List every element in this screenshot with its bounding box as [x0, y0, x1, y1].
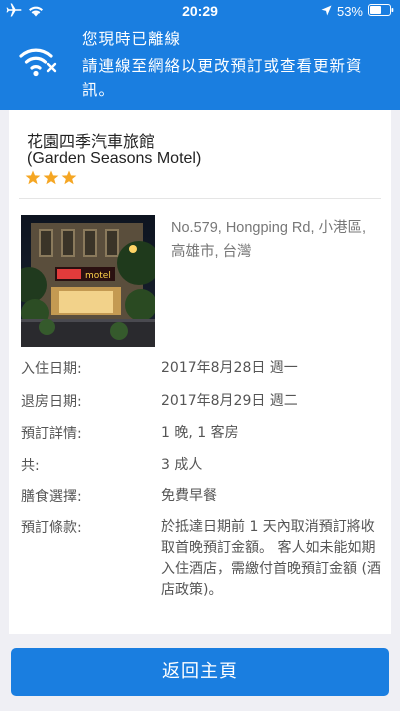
- hotel-address: No.579, Hongping Rd, 小港區, 高雄市, 台灣: [171, 220, 367, 260]
- star-icon: [61, 170, 77, 189]
- offline-banner: 您現時已離線 請連線至網絡以更改預訂或查看更新資訊。: [0, 22, 400, 110]
- detail-value: 於抵達日期前 1 天內取消預訂將收取首晚預訂金額。 客人如未能如期入住酒店，需繳…: [161, 519, 381, 598]
- star-icon: [25, 170, 41, 189]
- detail-value: 2017年8月29日 週二: [161, 393, 298, 409]
- detail-value: 3 成人: [161, 457, 203, 473]
- detail-value: 2017年8月28日 週一: [161, 360, 298, 376]
- hotel-name: 花園四季汽車旅館: [27, 132, 156, 151]
- detail-label: 預訂詳情:: [21, 426, 82, 442]
- battery-icon: [368, 3, 394, 19]
- photo-sign-text: motel: [85, 271, 111, 281]
- detail-label: 入住日期:: [21, 361, 82, 377]
- detail-label: 預訂條款:: [21, 520, 82, 536]
- hotel-name-english: (Garden Seasons Motel): [27, 150, 202, 167]
- hotel-photo[interactable]: motel: [21, 215, 155, 347]
- detail-label: 共:: [21, 458, 40, 474]
- wifi-off-icon: [18, 44, 58, 82]
- banner-title: 您現時已離線: [82, 30, 182, 48]
- divider: [19, 198, 381, 199]
- banner-message: 請連線至網絡以更改預訂或查看更新資訊。: [82, 57, 363, 99]
- star-rating: [25, 170, 77, 189]
- detail-value: 1 晚, 1 客房: [161, 425, 239, 441]
- star-icon: [43, 170, 59, 189]
- detail-label: 膳食選擇:: [21, 489, 82, 505]
- detail-value: 免費早餐: [161, 488, 217, 504]
- battery-percent: 53%: [336, 3, 363, 19]
- location-arrow-icon: [321, 4, 332, 19]
- status-right: 53%: [321, 3, 394, 19]
- detail-label: 退房日期:: [21, 394, 82, 410]
- booking-card: 花園四季汽車旅館 (Garden Seasons Motel) motel No…: [9, 110, 391, 634]
- status-bar: 20:29 53%: [0, 0, 400, 22]
- home-button[interactable]: 返回主頁: [11, 648, 389, 696]
